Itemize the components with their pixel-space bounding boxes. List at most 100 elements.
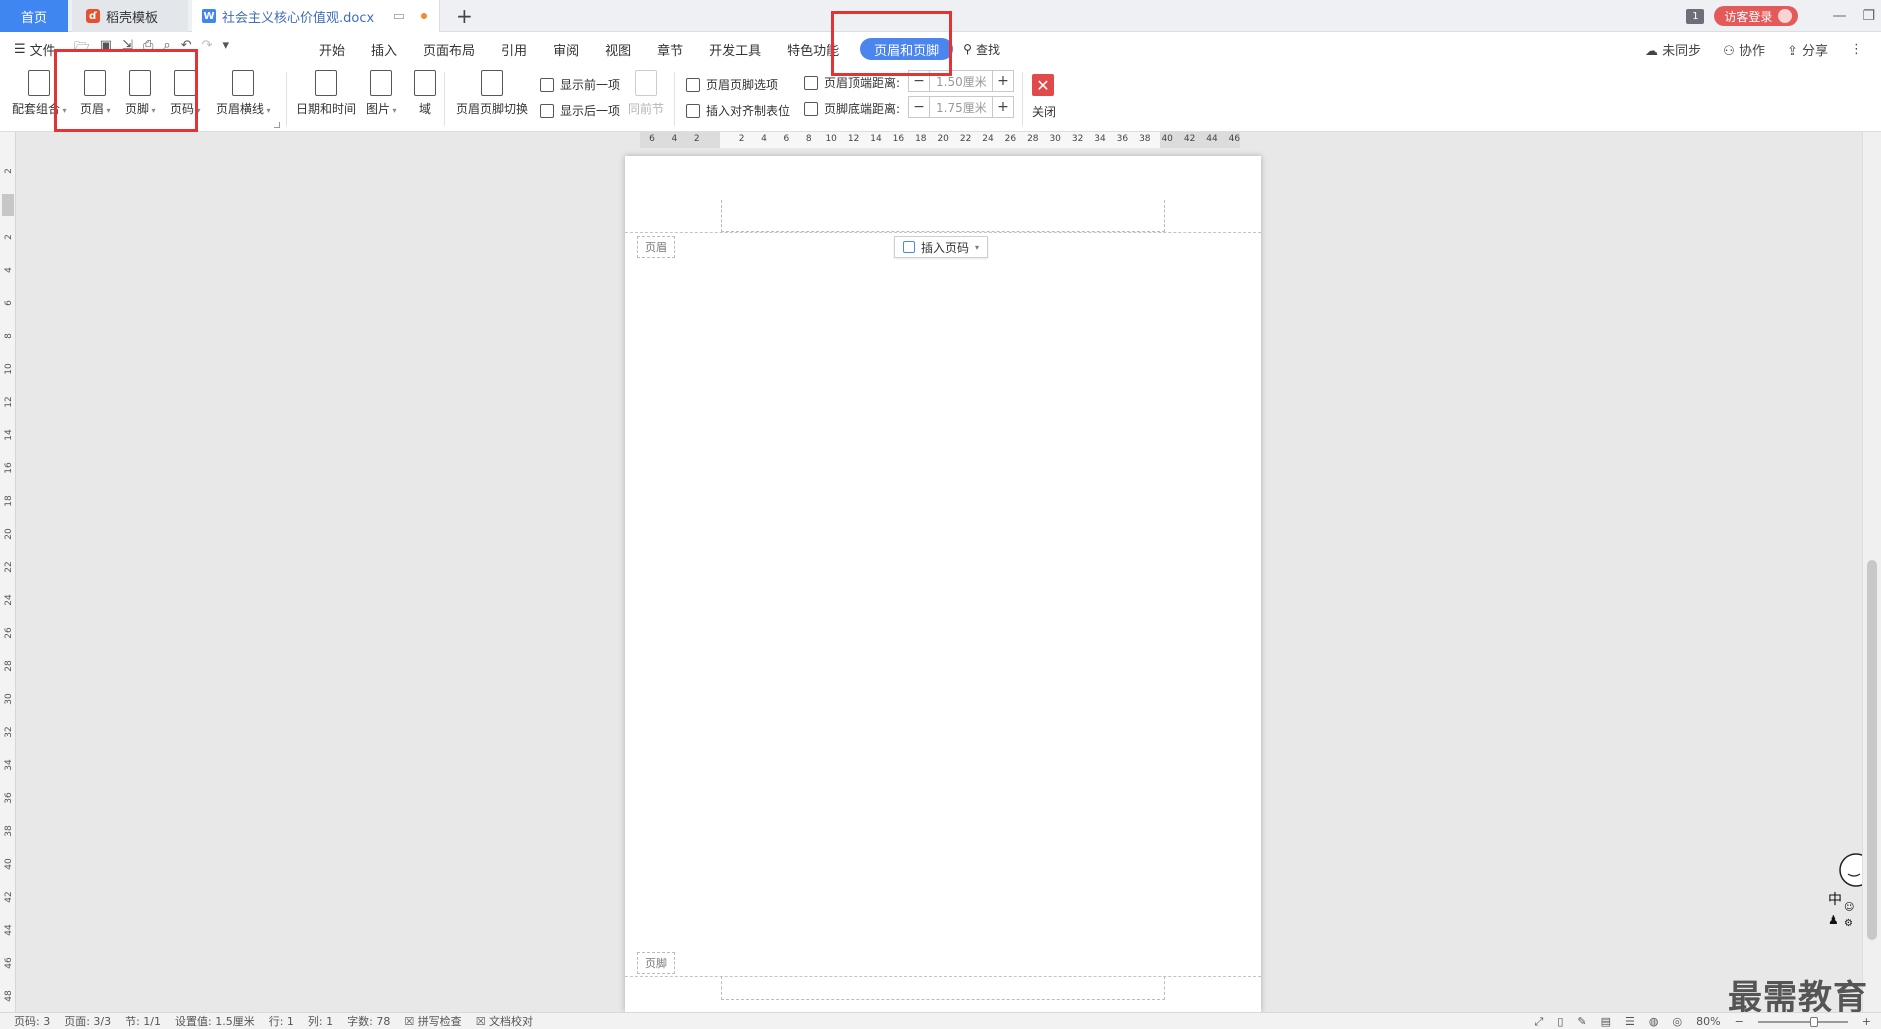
window-count-badge[interactable]: 1 (1686, 8, 1705, 24)
zoom-in-icon[interactable]: + (1862, 1015, 1871, 1028)
search-button[interactable]: ⚲ 查找 (963, 41, 1000, 58)
annotation-box-header-footer-tab (831, 11, 952, 76)
restore-icon[interactable]: ❐ (1862, 8, 1875, 24)
switch-icon (481, 70, 503, 96)
ruler-tick-label: 12 (847, 134, 860, 144)
new-tab-plus-icon[interactable]: + (456, 4, 473, 28)
tab-home[interactable]: 首页 (0, 0, 68, 32)
footer-bottom-stepper[interactable]: − 1.75厘米 + (908, 96, 1014, 118)
ruler-margin-shade (2, 194, 14, 216)
ruler-tick-label: 4 (4, 267, 14, 273)
zoom-slider[interactable] (1757, 1016, 1848, 1027)
status-words[interactable]: 字数: 78 (347, 1013, 390, 1029)
doc-proof-toggle[interactable]: ☒ 文档校对 (476, 1013, 533, 1029)
svg-text:中: 中 (1828, 892, 1842, 908)
page-view-icon[interactable]: ▤ (1601, 1015, 1611, 1028)
ruler-tick-label: 14 (4, 429, 14, 441)
horizontal-ruler: 6 4 2 2 4 6 8 10 12 14 16 18 20 22 24 26 28 30 32 34 36 38 40 4… (640, 132, 1240, 148)
login-label: 访客登录 (1724, 9, 1773, 24)
pen-icon[interactable]: ✎ (1577, 1015, 1586, 1028)
footer-bottom-decrease-button[interactable]: − (908, 96, 930, 118)
ruler-tick-label: 34 (1094, 134, 1106, 144)
tab-page-layout[interactable]: 页面布局 (410, 32, 488, 66)
ruler-tick-label: 12 (4, 396, 14, 408)
zoom-slider-knob[interactable] (1809, 1016, 1818, 1027)
ruler-tick-label: 30 (1049, 134, 1061, 144)
header-line-label: 页眉横线 (216, 100, 271, 117)
tab-document[interactable]: W 社会主义核心价值观.docx ▭ (192, 0, 440, 32)
insert-page-number-button[interactable]: 插入页码 ▾ (894, 236, 989, 258)
unsaved-dot-icon[interactable] (421, 13, 427, 19)
document-page[interactable]: 页眉 插入页码 ▾ 页脚 (625, 156, 1261, 1012)
header-area[interactable] (721, 200, 1165, 232)
datetime-button[interactable]: 日期和时间 (296, 70, 356, 117)
collab-button[interactable]: ⚇ 协作 (1723, 40, 1765, 59)
tab-start[interactable]: 开始 (306, 32, 358, 66)
field-button[interactable]: 域 (414, 70, 436, 117)
outline-view-icon[interactable]: ☰ (1625, 1015, 1635, 1028)
header-line-button[interactable]: 页眉横线 (216, 70, 271, 117)
ruler-tick-label: 18 (4, 495, 14, 507)
show-next-button[interactable]: 显示后一项 (540, 102, 620, 119)
footer-bottom-icon (804, 101, 818, 116)
footer-area[interactable] (721, 976, 1165, 1000)
tab-references[interactable]: 引用 (488, 32, 540, 66)
vertical-scrollbar[interactable] (1862, 132, 1881, 1012)
customize-icon[interactable]: ▾ (223, 38, 230, 60)
ruler-tick-label: 2 (4, 234, 14, 240)
ruler-tick-label: 40 (4, 858, 14, 870)
header-line-icon (232, 70, 255, 96)
options-button[interactable]: 页眉页脚选项 (686, 76, 778, 93)
switch-button[interactable]: 页眉页脚切换 (456, 70, 528, 117)
more-icon[interactable]: ⋮ (1850, 42, 1863, 57)
insert-align-tab-button[interactable]: 插入对齐制表位 (686, 102, 790, 119)
svg-text:♟: ♟ (1828, 913, 1839, 927)
scrollbar-thumb[interactable] (1867, 560, 1877, 940)
header-top-increase-button[interactable]: + (992, 70, 1014, 92)
minimize-icon[interactable]: — (1832, 8, 1846, 24)
file-menu[interactable]: ☰ 文件 (14, 40, 56, 59)
close-header-footer-button[interactable]: ✕ (1032, 74, 1054, 96)
tab-insert[interactable]: 插入 (358, 32, 410, 66)
read-mode-icon[interactable]: ▯ (1557, 1015, 1563, 1028)
redo-icon[interactable]: ↷ (202, 38, 213, 60)
group-launcher-icon[interactable] (274, 122, 280, 128)
status-pages[interactable]: 页面: 3/3 (64, 1013, 111, 1029)
ruler-tick-label: 26 (4, 627, 14, 639)
show-prev-button[interactable]: 显示前一项 (540, 76, 620, 93)
options-icon (686, 77, 700, 92)
insert-page-number-label: 插入页码 (921, 240, 970, 255)
combo-icon (28, 70, 51, 96)
tab-home-label: 首页 (20, 10, 47, 26)
eye-protect-icon[interactable]: ◎ (1673, 1015, 1683, 1028)
tab-section[interactable]: 章节 (644, 32, 696, 66)
tab-view[interactable]: 视图 (592, 32, 644, 66)
share-label: 分享 (1801, 43, 1828, 59)
mascot-icon[interactable]: 中 ☺ ♟ ⚙ (1824, 852, 1862, 932)
tab-template[interactable]: ɗ 稻壳模板 (72, 0, 188, 32)
zoom-level[interactable]: 80% (1696, 1015, 1720, 1028)
picture-button[interactable]: 图片 (366, 70, 397, 117)
tab-review[interactable]: 审阅 (540, 32, 592, 66)
ruler-tick-label: 16 (892, 134, 905, 144)
footer-bottom-increase-button[interactable]: + (992, 96, 1014, 118)
login-button[interactable]: 访客登录 (1714, 6, 1799, 26)
align-tab-icon (686, 103, 700, 118)
spell-check-toggle[interactable]: ☒ 拼写检查 (404, 1013, 461, 1029)
monitor-icon[interactable]: ▭ (393, 9, 405, 24)
footer-tag: 页脚 (637, 952, 675, 974)
ribbon-separator (444, 72, 445, 126)
ruler-tick-label: 14 (870, 134, 882, 144)
avatar-icon (1778, 9, 1793, 23)
footer-bottom-input[interactable]: 1.75厘米 (930, 96, 992, 118)
ruler-tick-label: 42 (4, 891, 14, 903)
share-button[interactable]: ⇪ 分享 (1787, 40, 1828, 59)
show-prev-label: 显示前一项 (560, 78, 621, 92)
file-menu-label: 文件 (29, 43, 56, 59)
web-view-icon[interactable]: ◍ (1649, 1015, 1659, 1028)
same-as-prev-button[interactable]: 同前节 (628, 70, 664, 117)
fullscreen-icon[interactable]: ⤢ (1535, 1015, 1544, 1029)
zoom-out-icon[interactable]: − (1735, 1015, 1744, 1028)
sync-button[interactable]: ☁ 未同步 (1645, 40, 1701, 59)
tab-developer[interactable]: 开发工具 (696, 32, 774, 66)
